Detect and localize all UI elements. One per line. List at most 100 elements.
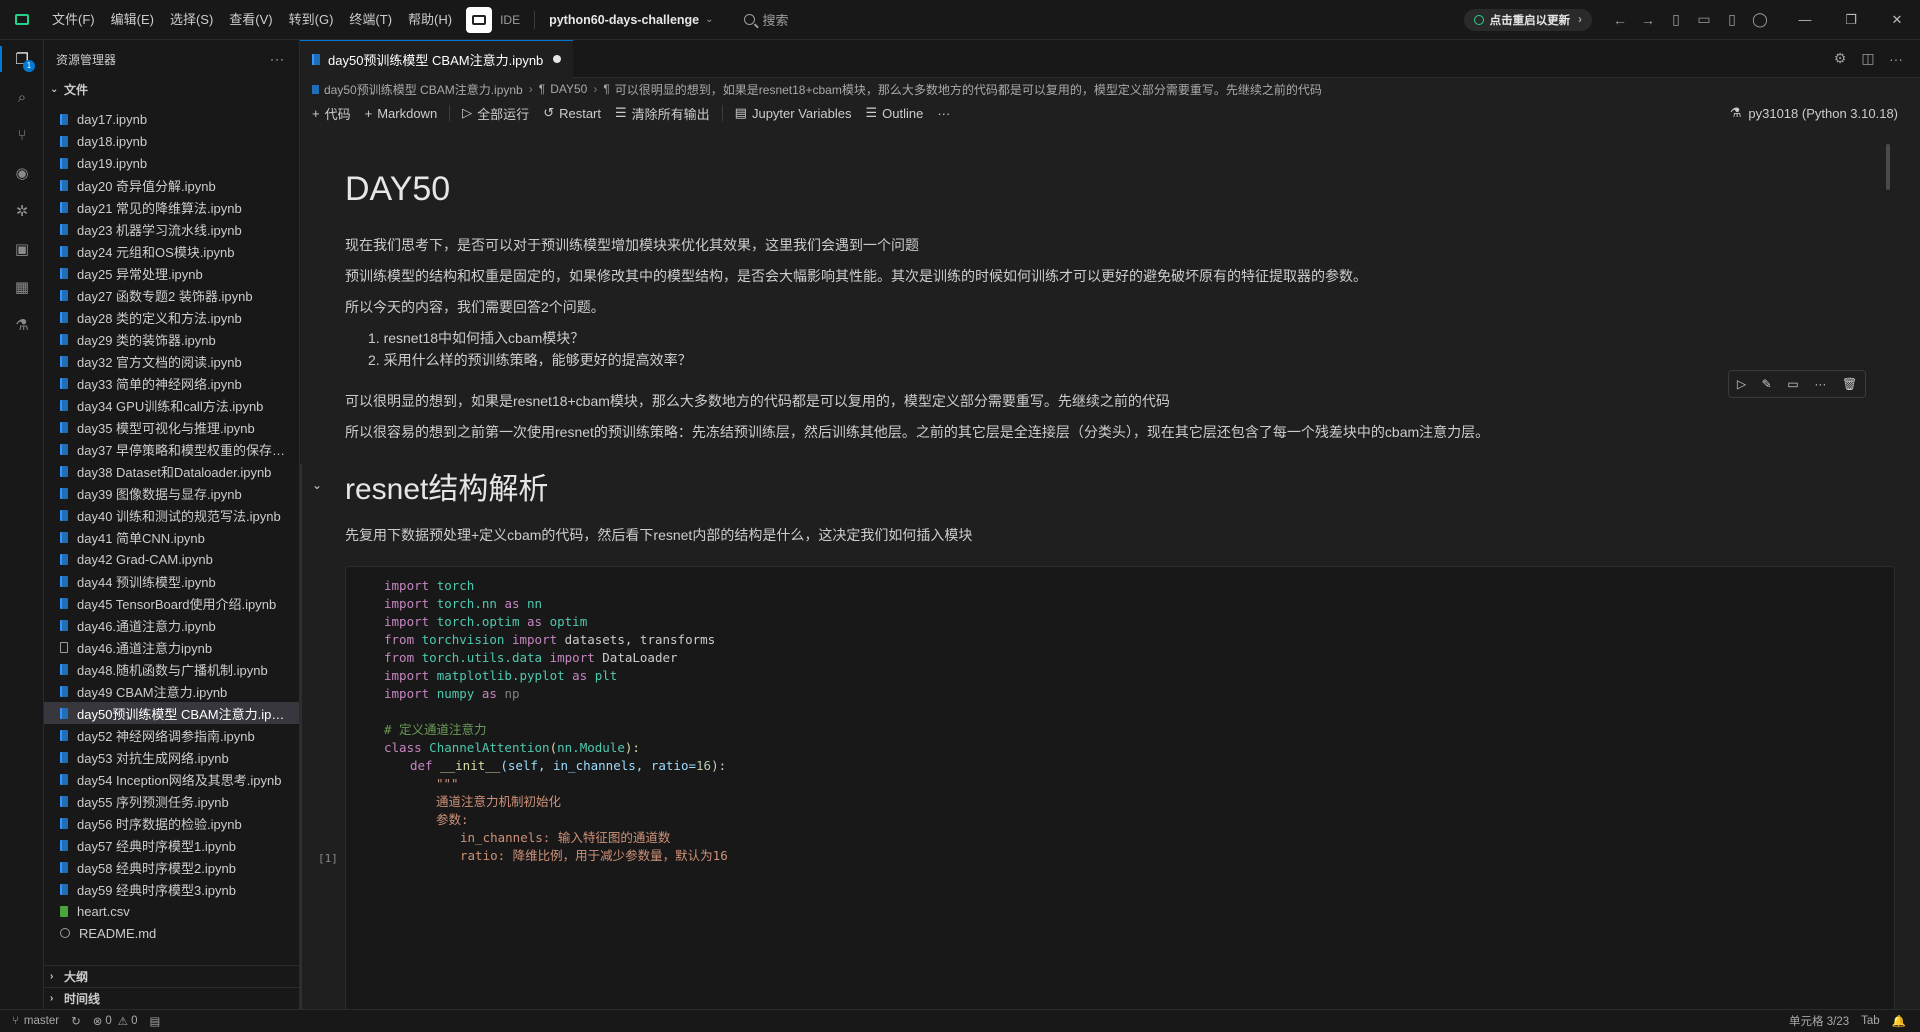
problems-status[interactable]: ⊗ 0 ⚠ 0: [87, 1014, 144, 1028]
toggle-secondary-sidebar-icon[interactable]: ▯: [1718, 6, 1746, 34]
project-selector[interactable]: python60-days-challenge: [549, 13, 699, 27]
file-item[interactable]: day27 函数专题2 装饰器.ipynb: [44, 284, 299, 306]
file-item[interactable]: day46.通道注意力.ipynb: [44, 614, 299, 636]
toggle-panel-icon[interactable]: ▭: [1690, 6, 1718, 34]
more-actions-icon[interactable]: ···: [1882, 45, 1910, 73]
file-item[interactable]: day46.通道注意力ipynb: [44, 636, 299, 658]
debug-icon[interactable]: ✲: [0, 192, 44, 230]
file-item[interactable]: day19.ipynb: [44, 152, 299, 174]
file-item[interactable]: day34 GPU训练和call方法.ipynb: [44, 394, 299, 416]
indent-mode[interactable]: Tab: [1855, 1015, 1886, 1027]
file-item[interactable]: day28 类的定义和方法.ipynb: [44, 306, 299, 328]
file-item[interactable]: day42 Grad-CAM.ipynb: [44, 548, 299, 570]
file-item[interactable]: day17.ipynb: [44, 108, 299, 130]
more-icon[interactable]: ···: [937, 106, 955, 121]
file-item[interactable]: day25 异常处理.ipynb: [44, 262, 299, 284]
file-item[interactable]: README.md: [44, 922, 299, 944]
file-item[interactable]: day59 经典时序模型3.ipynb: [44, 878, 299, 900]
kernel-selector[interactable]: ⚗ py31018 (Python 3.10.18): [1730, 105, 1898, 121]
run-all-button[interactable]: ▷ 全部运行: [462, 104, 529, 123]
file-item[interactable]: day40 训练和测试的规范写法.ipynb: [44, 504, 299, 526]
file-item[interactable]: day20 奇异值分解.ipynb: [44, 174, 299, 196]
sync-icon[interactable]: ↻: [65, 1014, 87, 1028]
file-item[interactable]: day24 元组和OS模块.ipynb: [44, 240, 299, 262]
restart-update-button[interactable]: 点击重启以更新 ›: [1463, 8, 1592, 31]
toggle-sidebar-icon[interactable]: ▯: [1662, 6, 1690, 34]
file-item[interactable]: day48.随机函数与广播机制.ipynb: [44, 658, 299, 680]
code-cell[interactable]: import torch import torch.nn as nn impor…: [345, 566, 1895, 1009]
file-item[interactable]: day39 图像数据与显存.ipynb: [44, 482, 299, 504]
file-item[interactable]: day57 经典时序模型1.ipynb: [44, 834, 299, 856]
restore-icon[interactable]: ❐: [1828, 0, 1874, 40]
more-icon[interactable]: ···: [270, 52, 285, 66]
file-item[interactable]: day38 Dataset和Dataloader.ipynb: [44, 460, 299, 482]
file-item[interactable]: day32 官方文档的阅读.ipynb: [44, 350, 299, 372]
split-cell-icon[interactable]: ▭: [1787, 377, 1798, 391]
file-item[interactable]: heart.csv: [44, 900, 299, 922]
file-item[interactable]: day53 对抗生成网络.ipynb: [44, 746, 299, 768]
menu-view[interactable]: 查看(V): [221, 0, 280, 40]
notifications-icon[interactable]: 🔔: [1886, 1014, 1920, 1028]
file-item[interactable]: day58 经典时序模型2.ipynb: [44, 856, 299, 878]
ide-toggle[interactable]: IDE: [466, 6, 520, 33]
file-item[interactable]: day35 模型可视化与推理.ipynb: [44, 416, 299, 438]
breadcrumb-cell[interactable]: 可以很明显的想到，如果是resnet18+cbam模块，那么大多数地方的代码都是…: [615, 81, 1322, 98]
source-control-icon[interactable]: ⑂: [0, 116, 44, 154]
menu-go[interactable]: 转到(G): [281, 0, 342, 40]
ports-icon[interactable]: ▤: [143, 1014, 166, 1028]
extensions-icon[interactable]: ▦: [0, 268, 44, 306]
add-markdown-button[interactable]: + Markdown: [365, 106, 438, 121]
eye-icon[interactable]: ◉: [0, 154, 44, 192]
clear-outputs-button[interactable]: ☰ 清除所有输出: [615, 104, 710, 123]
file-item[interactable]: day45 TensorBoard使用介绍.ipynb: [44, 592, 299, 614]
cell-position[interactable]: 单元格 3/23: [1783, 1013, 1855, 1029]
section-outline[interactable]: › 大纲: [44, 965, 299, 987]
delete-cell-icon[interactable]: 🗑: [1842, 377, 1857, 391]
file-item[interactable]: day55 序列预测任务.ipynb: [44, 790, 299, 812]
forward-icon[interactable]: →: [1634, 6, 1662, 34]
file-item[interactable]: day33 简单的神经网络.ipynb: [44, 372, 299, 394]
command-search[interactable]: 搜索: [743, 10, 789, 29]
edit-cell-icon[interactable]: ✎: [1762, 377, 1772, 391]
file-item[interactable]: day37 早停策略和模型权重的保存.i...: [44, 438, 299, 460]
unsaved-dot-icon[interactable]: [553, 55, 562, 63]
search-icon[interactable]: ⌕: [0, 78, 44, 116]
file-item[interactable]: day50预训练模型 CBAM注意力.ipy...: [44, 702, 299, 724]
file-item[interactable]: day49 CBAM注意力.ipynb: [44, 680, 299, 702]
remote-icon[interactable]: ▣: [0, 230, 44, 268]
file-item[interactable]: day52 神经网络调参指南.ipynb: [44, 724, 299, 746]
split-editor-icon[interactable]: ◫: [1854, 45, 1882, 73]
breadcrumb-heading[interactable]: DAY50: [550, 82, 587, 96]
file-item[interactable]: day23 机器学习流水线.ipynb: [44, 218, 299, 240]
file-item[interactable]: day54 Inception网络及其思考.ipynb: [44, 768, 299, 790]
chevron-down-icon[interactable]: ⌄: [312, 478, 322, 492]
run-cell-icon[interactable]: ▷: [1737, 377, 1746, 391]
gear-icon[interactable]: ⚙: [1826, 45, 1854, 73]
account-icon[interactable]: ◯: [1746, 6, 1774, 34]
minimize-icon[interactable]: —: [1782, 0, 1828, 40]
menu-terminal[interactable]: 终端(T): [341, 0, 400, 40]
section-timeline[interactable]: › 时间线: [44, 987, 299, 1009]
close-icon[interactable]: ✕: [1874, 0, 1920, 40]
tab-active[interactable]: day50预训练模型 CBAM注意力.ipynb: [300, 39, 574, 78]
file-item[interactable]: day21 常见的降维算法.ipynb: [44, 196, 299, 218]
scrollbar[interactable]: [1886, 144, 1890, 190]
file-item[interactable]: day29 类的装饰器.ipynb: [44, 328, 299, 350]
chevron-down-icon[interactable]: ⌄: [705, 14, 713, 25]
section-files[interactable]: ⌄ 文件: [44, 78, 299, 100]
breadcrumb-file[interactable]: day50预训练模型 CBAM注意力.ipynb: [324, 81, 523, 98]
outline-button[interactable]: ☰ Outline: [865, 105, 923, 121]
file-item[interactable]: day56 时序数据的检验.ipynb: [44, 812, 299, 834]
flask-icon[interactable]: ⚗: [0, 306, 44, 344]
variables-button[interactable]: ▤ Jupyter Variables: [735, 105, 852, 121]
menu-help[interactable]: 帮助(H): [400, 0, 460, 40]
file-item[interactable]: day44 预训练模型.ipynb: [44, 570, 299, 592]
explorer-icon[interactable]: ❐ 1: [0, 40, 44, 78]
menu-selection[interactable]: 选择(S): [162, 0, 221, 40]
file-item[interactable]: day41 简单CNN.ipynb: [44, 526, 299, 548]
back-icon[interactable]: ←: [1606, 6, 1634, 34]
branch-status[interactable]: ⑂ master: [0, 1015, 65, 1027]
add-code-button[interactable]: + 代码: [312, 104, 351, 123]
file-item[interactable]: day18.ipynb: [44, 130, 299, 152]
more-icon[interactable]: ···: [1814, 377, 1826, 391]
